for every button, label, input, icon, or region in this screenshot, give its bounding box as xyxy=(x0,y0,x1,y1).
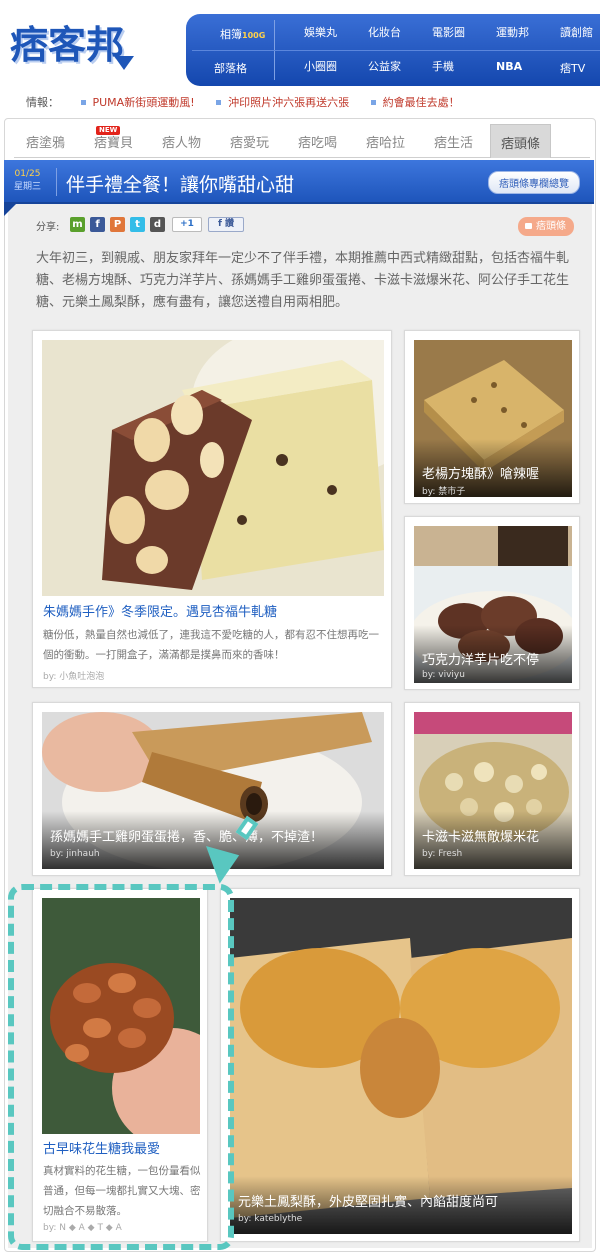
article-card-pineapple[interactable]: 元樂土鳳梨酥，外皮堅固扎實、內餡甜度尚可 by: kateblythe xyxy=(220,888,580,1242)
cracker-title[interactable]: 老楊方塊酥》嗆辣喔 xyxy=(422,463,539,482)
twitter-share-icon[interactable]: t xyxy=(130,217,145,232)
top-navigation: 相簿100G 娛樂丸 化妝台 電影圈 運動邦 讀創館 部落格 小圈圈 公益家 手… xyxy=(186,14,600,86)
headline-tag-button[interactable]: 痞頭條 xyxy=(518,217,574,236)
new-badge: NEW xyxy=(96,126,121,135)
news-link[interactable]: 沖印照片沖六張再送六張 xyxy=(216,96,349,109)
site-logo[interactable]: 痞客邦 xyxy=(6,12,166,74)
article-card-chips[interactable]: 巧克力洋芋片吃不停 by: viviyu xyxy=(404,516,580,690)
nougat-description: 糖份低，熱量自然也減低了，連我這不愛吃糖的人，都有忍不住想再吃一個的衝動。一打開… xyxy=(43,629,379,661)
news-link[interactable]: PUMA新街頭運動風! xyxy=(81,96,195,109)
date: 01/25 xyxy=(14,169,41,179)
nav-album[interactable]: 相簿100G xyxy=(220,26,265,42)
logo-bubble-icon xyxy=(114,56,134,70)
nougat-author[interactable]: by: 小魚吐泡泡 xyxy=(43,669,104,682)
article-card-popcorn[interactable]: 卡滋卡滋無敵爆米花 by: Fresh xyxy=(404,702,580,876)
nav-groups[interactable]: 小圈圈 xyxy=(304,58,337,74)
pixnet-share-icon[interactable]: P xyxy=(110,217,125,232)
nav-charity[interactable]: 公益家 xyxy=(368,58,401,74)
news-link[interactable]: 約會最佳去處！ xyxy=(371,96,460,109)
tab-headlines[interactable]: 痞頭條 xyxy=(490,124,552,158)
headline-index-button[interactable]: 痞頭條專欄總覽 xyxy=(488,171,580,194)
nav-sports[interactable]: 運動邦 xyxy=(496,24,529,40)
date-divider xyxy=(56,168,57,196)
tab-doodle[interactable]: 痞塗鴉 xyxy=(26,132,65,151)
article-card-nougat[interactable]: 朱媽媽手作》冬季限定。遇見杏福牛軋糖 糖份低，熱量自然也減低了，連我這不愛吃糖的… xyxy=(32,330,392,688)
tab-people[interactable]: 痞人物 xyxy=(162,132,201,151)
nav-album-label: 相簿 xyxy=(220,28,242,41)
highlight-dashed-frame xyxy=(8,884,234,1250)
article-card-cracker[interactable]: 老楊方塊酥》嗆辣喔 by: 禁市子 xyxy=(404,330,580,504)
chips-author[interactable]: by: viviyu xyxy=(422,670,465,680)
news-ticker: 情報： PUMA新街頭運動風! 沖印照片沖六張再送六張 約會最佳去處！ xyxy=(26,94,460,110)
nav-blog[interactable]: 部落格 xyxy=(214,60,247,76)
intro-text: 大年初三，到親戚、朋友家拜年一定少不了伴手禮，本期推薦中西式精緻甜點，包括杏福牛… xyxy=(36,251,570,310)
nav-movies[interactable]: 電影圈 xyxy=(432,24,465,40)
share-label: 分享: xyxy=(36,222,60,233)
nav-nba[interactable]: NBA xyxy=(496,60,522,73)
nav-reading[interactable]: 讀創館 xyxy=(560,24,593,40)
weekday: 星期三 xyxy=(14,182,42,192)
ribbon-corner xyxy=(4,204,16,216)
facebook-share-icon[interactable]: f xyxy=(90,217,105,232)
chips-photo[interactable]: 巧克力洋芋片吃不停 by: viviyu xyxy=(414,526,572,683)
nav-pixtv[interactable]: 痞TV xyxy=(560,60,585,76)
album-storage-badge: 100G xyxy=(242,31,266,40)
date-box: 01/25 星期三 xyxy=(14,168,57,196)
tab-play[interactable]: 痞愛玩 xyxy=(230,132,269,151)
eggroll-title[interactable]: 孫媽媽手工雞卵蛋蛋捲，香、脆、薄，不掉渣！ xyxy=(50,826,323,845)
article-title-bar: 01/25 星期三 伴手禮全餐！讓你嘴甜心甜 痞頭條專欄總覽 xyxy=(4,160,594,204)
delicious-share-icon[interactable]: d xyxy=(150,217,165,232)
tab-life[interactable]: 痞生活 xyxy=(434,132,473,151)
tab-chat[interactable]: 痞哈拉 xyxy=(366,132,405,151)
nav-makeup[interactable]: 化妝台 xyxy=(368,24,401,40)
pineapple-title[interactable]: 元樂土鳳梨酥，外皮堅固扎實、內餡甜度尚可 xyxy=(238,1191,498,1210)
news-label: 情報： xyxy=(26,96,59,109)
chips-title[interactable]: 巧克力洋芋片吃不停 xyxy=(422,649,539,668)
eggroll-author[interactable]: by: jinhauh xyxy=(50,849,100,859)
cracker-author[interactable]: by: 禁市子 xyxy=(422,484,465,497)
cracker-photo[interactable]: 老楊方塊酥》嗆辣喔 by: 禁市子 xyxy=(414,340,572,497)
pineapple-photo[interactable]: 元樂土鳳梨酥，外皮堅固扎實、內餡甜度尚可 by: kateblythe xyxy=(230,898,572,1234)
tab-food[interactable]: 痞吃喝 xyxy=(298,132,337,151)
page-title: 伴手禮全餐！讓你嘴甜心甜 xyxy=(66,174,295,196)
facebook-like-button[interactable]: f 讚 xyxy=(208,217,244,232)
nougat-title[interactable]: 朱媽媽手作》冬季限定。遇見杏福牛軋糖 xyxy=(43,601,277,620)
nav-entertainment[interactable]: 娛樂丸 xyxy=(304,24,337,40)
popcorn-author[interactable]: by: Fresh xyxy=(422,849,462,859)
plurk-share-icon[interactable]: m xyxy=(70,217,85,232)
popcorn-photo[interactable]: 卡滋卡滋無敵爆米花 by: Fresh xyxy=(414,712,572,869)
nav-row-divider xyxy=(192,50,600,51)
nav-mobile[interactable]: 手機 xyxy=(432,58,454,74)
logo-text: 痞客邦 xyxy=(10,23,125,67)
popcorn-title[interactable]: 卡滋卡滋無敵爆米花 xyxy=(422,826,539,845)
google-plus-one-button[interactable]: +1 xyxy=(172,217,202,232)
nougat-image xyxy=(42,340,384,596)
pineapple-author[interactable]: by: kateblythe xyxy=(238,1214,302,1224)
nougat-photo[interactable] xyxy=(42,340,384,596)
